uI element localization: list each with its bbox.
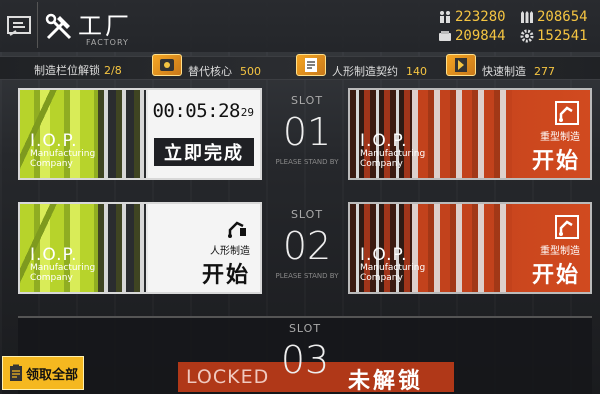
- heavy-production-label: 重型制造: [540, 132, 580, 143]
- slot-label: SLOT: [290, 208, 324, 221]
- core-value: 500: [240, 64, 261, 78]
- iop-logo: I.O.P. Manufacturing Company: [30, 131, 96, 170]
- slot-label: SLOT: [290, 94, 324, 107]
- info-bar: 制造栏位解锁 2/8 替代核心 500 人形制造契约 140 快速制造 277: [0, 54, 600, 82]
- standby-text: PLEASE STAND BY: [275, 272, 339, 280]
- slot-row-1: I.O.P. Manufacturing Company 00:05:28 29…: [18, 88, 592, 180]
- hammer-wrench-icon: [45, 13, 72, 40]
- quick-build-item: 快速制造 277: [446, 54, 555, 82]
- standby-text: PLEASE STAND BY: [275, 158, 339, 166]
- iop-logo: I.O.P. Manufacturing Company: [360, 245, 426, 284]
- quick-build-value: 277: [534, 64, 555, 78]
- robot-arm-icon: [555, 101, 579, 125]
- start-button-label: 开始: [531, 149, 580, 174]
- iop-logo: I.O.P. Manufacturing Company: [30, 245, 96, 284]
- page-title: 工厂: [78, 12, 132, 40]
- slot-label: SLOT: [288, 322, 322, 335]
- manpower-value: 223280: [455, 9, 506, 25]
- doll-production-panel-1[interactable]: I.O.P. Manufacturing Company 00:05:28 29…: [18, 88, 262, 180]
- doll-production-panel-2[interactable]: I.O.P. Manufacturing Company 人形制造 开始: [18, 202, 262, 294]
- iop-logo: I.O.P. Manufacturing Company: [360, 131, 426, 170]
- locked-label: LOCKED: [186, 366, 270, 388]
- claim-all-button[interactable]: 领取全部: [2, 356, 84, 390]
- clipboard-icon: [10, 364, 22, 381]
- ration-icon: [439, 31, 451, 41]
- slot-number: 01: [282, 110, 332, 154]
- core-item: 替代核心 500: [152, 54, 261, 82]
- slot-number: 03: [280, 338, 330, 382]
- robot-arm-icon: [228, 221, 246, 238]
- parts-resource: 152541: [520, 28, 588, 44]
- quick-build-label: 快速制造: [482, 65, 526, 78]
- ration-value: 209844: [455, 28, 506, 44]
- production-timer: 00:05:28: [152, 100, 240, 122]
- slot-row-3: LOCKED 未解锁 SLOT 03: [18, 316, 592, 394]
- start-button-label: 开始: [531, 263, 580, 288]
- doll-production-label: 人形制造: [210, 246, 250, 257]
- contract-icon: [296, 54, 326, 76]
- back-icon: [6, 16, 31, 36]
- gear-icon: [520, 29, 534, 43]
- slot-row-2: I.O.P. Manufacturing Company 人形制造 开始 SLO…: [18, 202, 592, 294]
- production-timer-fraction: 29: [240, 106, 254, 119]
- heavy-production-panel-1[interactable]: I.O.P. Manufacturing Company 重型制造 开始: [348, 88, 592, 180]
- claim-all-label: 领取全部: [26, 367, 79, 383]
- ammo-value: 208654: [537, 9, 588, 25]
- start-button-label: 开始: [201, 263, 250, 288]
- slot-number: 02: [282, 224, 332, 268]
- parts-value: 152541: [537, 28, 588, 44]
- contract-value: 140: [406, 64, 427, 78]
- quick-build-icon: [446, 54, 476, 76]
- doll-start-block: 人形制造 开始: [202, 214, 250, 289]
- ammo-icon: [521, 11, 533, 23]
- core-label: 替代核心: [188, 65, 232, 78]
- instant-finish-button[interactable]: 立即完成: [154, 138, 254, 166]
- heavy-production-label: 重型制造: [540, 246, 580, 257]
- manpower-resource: 223280: [438, 9, 506, 25]
- ration-resource: 209844: [438, 28, 506, 44]
- slot-unlock-status: 制造栏位解锁 2/8: [34, 62, 122, 78]
- heavy-start-block: 重型制造 开始: [532, 100, 580, 175]
- heavy-start-block: 重型制造 开始: [532, 214, 580, 289]
- contract-label: 人形制造契约: [332, 65, 398, 78]
- ammo-resource: 208654: [520, 9, 588, 25]
- slot-unlock-value: 2/8: [104, 64, 122, 77]
- contract-item: 人形制造契约 140: [296, 54, 427, 82]
- top-bar: 工厂 FACTORY 223280 208654 209844 152541: [0, 0, 600, 52]
- slot-unlock-label: 制造栏位解锁: [34, 64, 100, 77]
- locked-label-cn: 未解锁: [348, 369, 424, 394]
- page-subtitle: FACTORY: [86, 38, 129, 47]
- manpower-icon: [440, 11, 450, 23]
- core-icon: [152, 54, 182, 76]
- robot-arm-icon: [555, 215, 579, 239]
- heavy-production-panel-2[interactable]: I.O.P. Manufacturing Company 重型制造 开始: [348, 202, 592, 294]
- back-button[interactable]: [0, 2, 38, 48]
